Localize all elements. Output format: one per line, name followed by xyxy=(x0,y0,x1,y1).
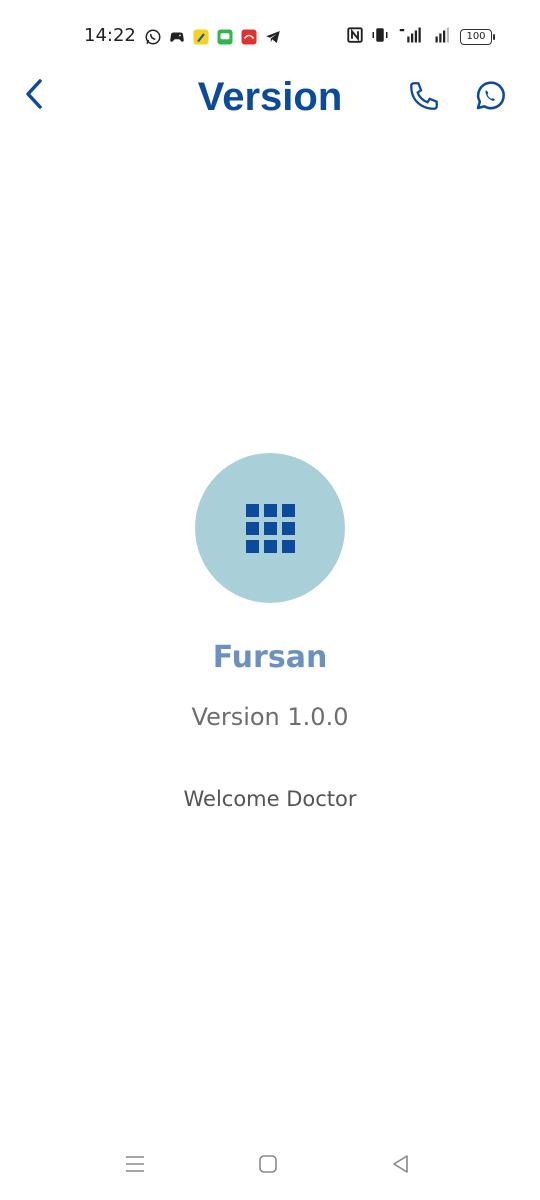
nfc-icon xyxy=(346,26,364,48)
vibrate-icon xyxy=(370,26,390,48)
signal-icon xyxy=(396,26,426,48)
notification-icons xyxy=(144,26,282,48)
game-controller-icon xyxy=(168,28,186,46)
status-time: 14:22 xyxy=(84,25,136,46)
whatsapp-icon xyxy=(473,79,507,117)
mail-app-icon xyxy=(240,28,258,46)
system-nav-bar xyxy=(0,1132,540,1200)
recent-apps-button[interactable] xyxy=(115,1146,155,1186)
status-bar: 14:22 100 xyxy=(0,0,540,72)
signal-icon-2 xyxy=(432,26,454,48)
app-name: Fursan xyxy=(212,640,328,675)
page-title: Version xyxy=(197,75,343,119)
home-button[interactable] xyxy=(248,1146,288,1186)
system-status-icons: 100 xyxy=(346,26,495,48)
back-triangle-icon xyxy=(390,1153,412,1179)
app-logo xyxy=(195,453,345,603)
telegram-icon xyxy=(264,28,282,46)
battery-icon: 100 xyxy=(460,29,495,45)
phone-icon xyxy=(407,79,441,117)
whatsapp-button[interactable] xyxy=(470,78,510,118)
system-back-button[interactable] xyxy=(381,1146,421,1186)
pencil-app-icon xyxy=(192,28,210,46)
call-button[interactable] xyxy=(404,78,444,118)
menu-icon xyxy=(124,1153,146,1179)
welcome-text: Welcome Doctor xyxy=(183,787,357,811)
app-version: Version 1.0.0 xyxy=(191,703,349,731)
grid-apps-icon xyxy=(245,503,295,553)
messages-icon xyxy=(216,28,234,46)
app-header: Version xyxy=(0,72,540,122)
home-icon xyxy=(257,1153,279,1179)
whatsapp-notification-icon xyxy=(144,28,162,46)
